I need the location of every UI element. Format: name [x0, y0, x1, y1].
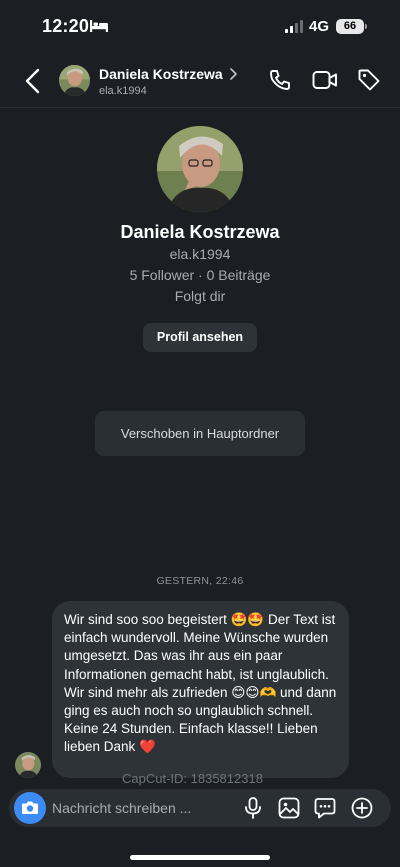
camera-button[interactable]: [14, 792, 46, 824]
status-bar: 12:20 4G 66: [0, 0, 400, 50]
watermark-text: CapCut-ID: 1835812318: [122, 771, 263, 786]
header-divider: [0, 107, 400, 108]
sender-avatar[interactable]: [15, 752, 41, 778]
mic-icon[interactable]: [244, 797, 262, 819]
gallery-icon[interactable]: [278, 797, 300, 819]
profile-stats: 5 Follower · 0 Beiträge: [129, 267, 271, 283]
battery-tip: [365, 24, 367, 29]
profile-name: Daniela Kostrzewa: [120, 222, 280, 242]
header-username: ela.k1994: [99, 85, 147, 97]
chevron-right-icon: [229, 68, 237, 80]
header-name: Daniela Kostrzewa: [99, 66, 223, 82]
view-profile-button[interactable]: Profil ansehen: [143, 323, 257, 352]
battery-indicator: 66: [336, 19, 364, 34]
phone-icon[interactable]: [268, 68, 292, 92]
sticker-icon[interactable]: [314, 797, 336, 819]
back-icon[interactable]: [22, 68, 44, 94]
status-time: 12:20: [42, 16, 90, 36]
signal-icon: [285, 20, 303, 33]
message-composer: [9, 789, 391, 827]
add-icon[interactable]: [351, 797, 373, 819]
network-label: 4G: [309, 18, 330, 35]
header-name-row[interactable]: Daniela Kostrzewa: [99, 66, 237, 82]
chat-header: Daniela Kostrzewa ela.k1994: [0, 56, 400, 106]
home-indicator[interactable]: [130, 855, 270, 860]
video-icon[interactable]: [312, 69, 338, 91]
message-text: Wir sind soo soo begeistert 🤩🤩 Der Text …: [64, 612, 337, 755]
camera-icon: [22, 801, 38, 814]
message-input[interactable]: [52, 789, 237, 827]
tag-icon[interactable]: [357, 68, 381, 92]
profile-avatar[interactable]: [157, 126, 243, 212]
moved-notice: Verschoben in Hauptordner: [95, 411, 305, 456]
message-timestamp: GESTERN, 22:46: [156, 575, 244, 587]
message-bubble[interactable]: Wir sind soo soo begeistert 🤩🤩 Der Text …: [52, 601, 349, 778]
header-avatar[interactable]: [59, 65, 90, 96]
follow-status: Folgt dir: [174, 288, 226, 304]
dm-screen: 12:20 4G 66 Daniela Kostrzewa ela.k1994 …: [0, 0, 400, 867]
profile-username: ela.k1994: [169, 246, 231, 262]
bed-icon: [90, 20, 108, 32]
